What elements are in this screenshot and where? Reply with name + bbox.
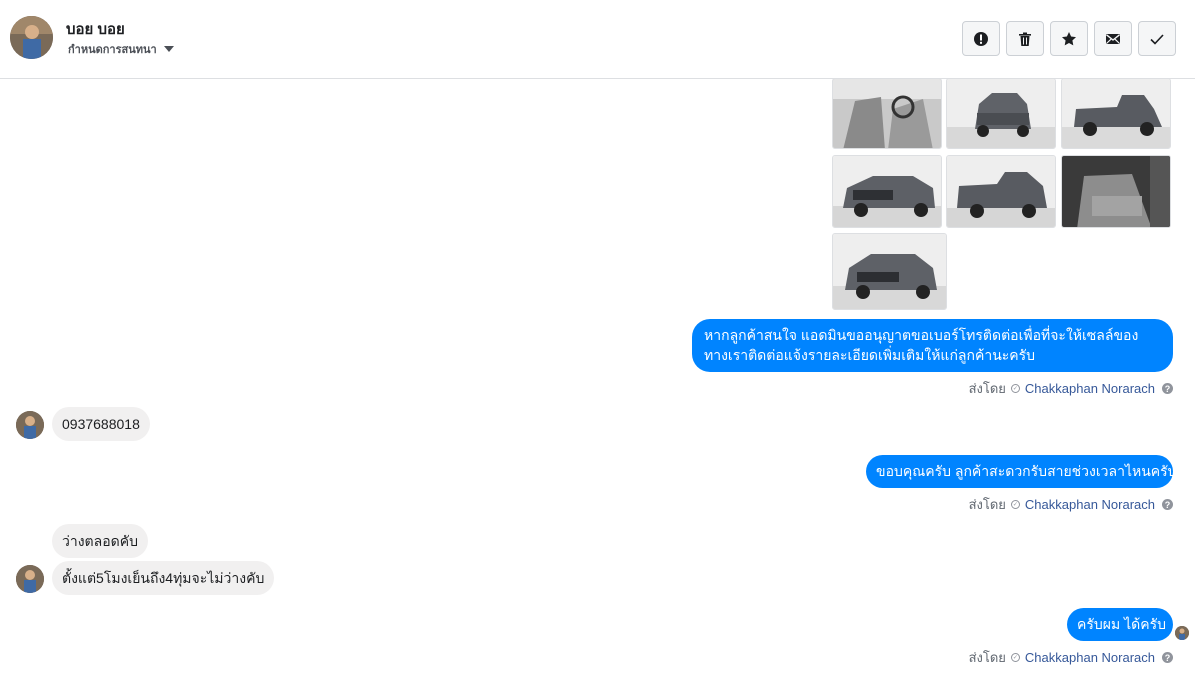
message-text: หากลูกค้าสนใจ แอดมินขออนุญาตขอเบอร์โทรติ… [704,327,1139,363]
photo-grid [832,78,1173,311]
seen-avatar [1175,626,1189,640]
contact-avatar-small [16,565,44,593]
conversation-options-label: กำหนดการสนทนา [68,44,157,56]
agent-link[interactable]: Chakkaphan Norarach [1025,381,1155,396]
car-photo-interior-rear[interactable] [1061,155,1171,228]
outgoing-message: ครับผม ได้ครับ [1067,608,1173,641]
help-icon[interactable]: ? [1162,499,1173,510]
report-icon [974,31,988,46]
report-button[interactable] [962,21,1000,56]
mark-unread-button[interactable] [1094,21,1132,56]
incoming-message: ตั้งแต่5โมงเย็นถึง4ทุ่มจะไม่ว่างคับ [52,561,275,595]
incoming-message: ว่างตลอดคับ [52,524,148,558]
message-text: ตั้งแต่5โมงเย็นถึง4ทุ่มจะไม่ว่างคับ [62,570,265,586]
sent-by-info: ส่งโดย ✓ Chakkaphan Norarach ? [969,647,1173,668]
outgoing-message: ขอบคุณครับ ลูกค้าสะดวกรับสายช่วงเวลาไหนค… [866,455,1177,488]
agent-link[interactable]: Chakkaphan Norarach [1025,650,1155,665]
message-text: ครับผม ได้ครับ [1077,616,1166,632]
outgoing-message: หากลูกค้าสนใจ แอดมินขออนุญาตขอเบอร์โทรติ… [692,319,1173,372]
sent-by-label: ส่งโดย [968,381,1006,396]
sent-by-label: ส่งโดย [968,650,1006,665]
mark-done-button[interactable] [1138,21,1176,56]
verified-icon: ✓ [1010,500,1020,509]
sent-by-info: ส่งโดย ✓ Chakkaphan Norarach ? [969,494,1173,515]
star-icon [1062,31,1076,45]
caret-down-icon [163,46,174,52]
sent-by-info: ส่งโดย ✓ Chakkaphan Norarach ? [969,378,1173,399]
car-photo-front[interactable] [832,233,947,310]
message-text: ว่างตลอดคับ [62,533,138,549]
trash-icon [1019,32,1031,46]
conversation-header: บอย บอย กำหนดการสนทนา [0,0,1195,79]
car-photo-rear-side[interactable] [1061,78,1171,149]
star-button[interactable] [1050,21,1088,56]
help-icon[interactable]: ? [1162,383,1173,394]
verified-icon: ✓ [1010,653,1020,662]
car-photo-rear-quarter[interactable] [946,155,1056,228]
contact-avatar[interactable] [10,16,53,59]
agent-link[interactable]: Chakkaphan Norarach [1025,497,1155,512]
incoming-message: 0937688018 [52,407,150,441]
contact-avatar-small [16,411,44,439]
header-actions [962,21,1176,56]
car-photo-rear-angle[interactable] [946,78,1056,149]
contact-name[interactable]: บอย บอย [66,17,125,41]
conversation-options-dropdown[interactable]: กำหนดการสนทนา [68,40,174,58]
mail-icon [1106,33,1120,44]
delete-button[interactable] [1006,21,1044,56]
message-text: 0937688018 [62,416,140,432]
verified-icon: ✓ [1010,384,1020,393]
sent-by-label: ส่งโดย [968,497,1006,512]
message-text: ขอบคุณครับ ลูกค้าสะดวกรับสายช่วงเวลาไหนค… [876,463,1177,479]
car-photo-front-angle[interactable] [832,155,942,228]
help-icon[interactable]: ? [1162,652,1173,663]
check-icon [1150,33,1164,45]
car-photo-interior-front[interactable] [832,78,942,149]
